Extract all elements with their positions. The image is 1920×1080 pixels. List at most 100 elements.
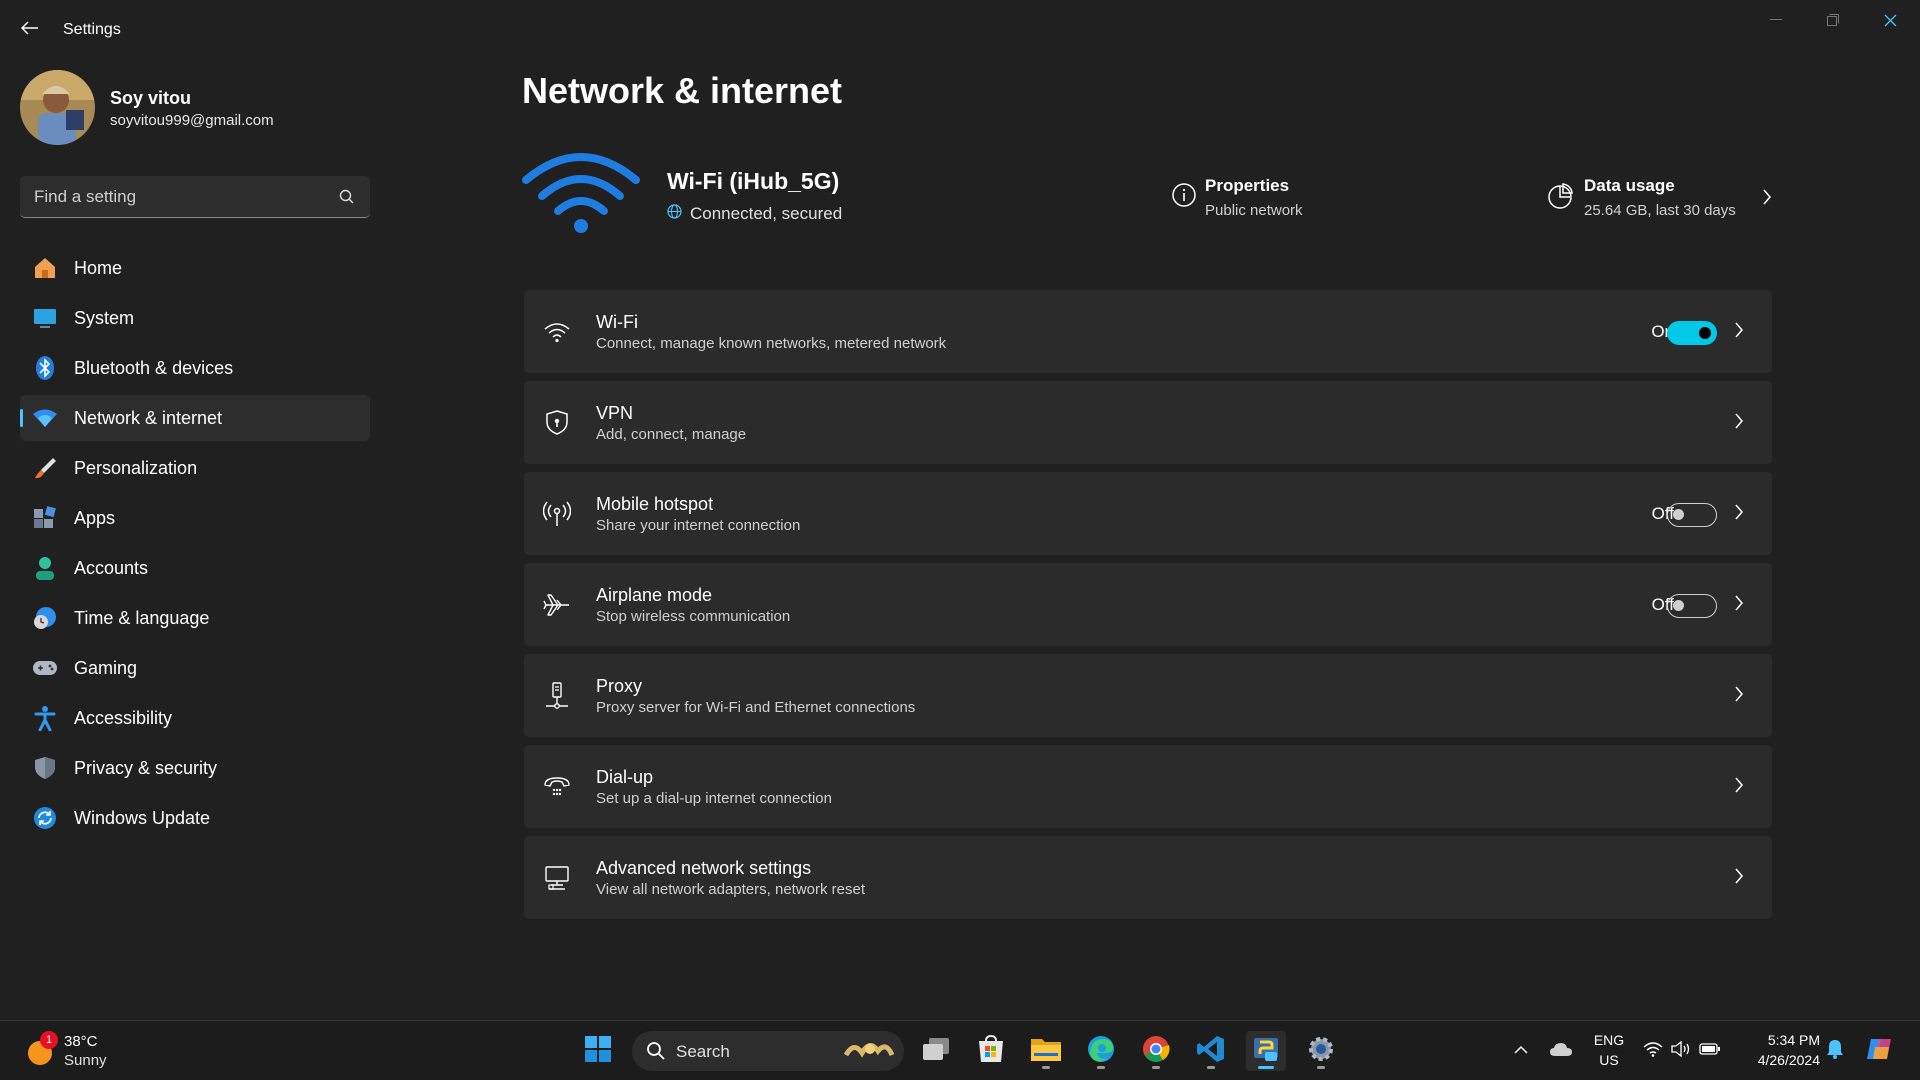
time-language-icon: [32, 605, 58, 631]
card-title: Advanced network settings: [596, 858, 812, 878]
proxy-icon: [542, 681, 572, 711]
chevron-right-icon: [1734, 412, 1750, 432]
card-title: Dial-up: [596, 767, 654, 787]
store-button[interactable]: [971, 1031, 1011, 1071]
edge-button[interactable]: [1081, 1031, 1121, 1071]
wifi-card[interactable]: Wi-Fi Connect, manage known networks, me…: [524, 290, 1772, 373]
taskbar-search[interactable]: Search: [632, 1031, 904, 1071]
show-hidden-icons-button[interactable]: [1501, 1031, 1541, 1071]
sidebar-item-accounts[interactable]: Accounts: [20, 545, 370, 591]
clock-time[interactable]: 5:34 PM: [1740, 1032, 1820, 1048]
chrome-button[interactable]: [1136, 1031, 1176, 1071]
wifi-ssid: Wi-Fi (iHub_5G): [667, 168, 840, 194]
chevron-right-icon: [1734, 503, 1750, 523]
sidebar-item-network[interactable]: Network & internet: [20, 395, 370, 441]
settings-button[interactable]: [1301, 1031, 1341, 1071]
weather-condition: Sunny: [64, 1052, 107, 1069]
cloud-icon: [1549, 1041, 1573, 1062]
language-top[interactable]: ENG: [1588, 1032, 1630, 1048]
weather-widget[interactable]: 1 38°C Sunny: [24, 1031, 134, 1073]
title-bar: Settings: [0, 0, 1920, 60]
chevron-right-icon: [1734, 776, 1750, 796]
sidebar-item-label: Gaming: [74, 657, 138, 678]
python-app-icon: [1251, 1034, 1281, 1069]
maximize-icon[interactable]: [1815, 8, 1851, 32]
accessibility-icon: [32, 705, 58, 731]
mobile-hotspot-card[interactable]: Mobile hotspot Share your internet conne…: [524, 472, 1772, 555]
sidebar-item-windows-update[interactable]: Windows Update: [20, 795, 370, 841]
proxy-card[interactable]: Proxy Proxy server for Wi-Fi and Etherne…: [524, 654, 1772, 737]
info-icon: [1171, 182, 1197, 213]
sidebar-item-apps[interactable]: Apps: [20, 495, 370, 541]
running-indicator: [1152, 1066, 1160, 1069]
card-subtitle: Proxy server for Wi-Fi and Ethernet conn…: [596, 699, 916, 716]
vscode-button[interactable]: [1191, 1031, 1231, 1071]
advanced-network-card[interactable]: Advanced network settings View all netwo…: [524, 836, 1772, 919]
airplane-toggle[interactable]: [1667, 594, 1717, 618]
wifi-toggle[interactable]: [1667, 321, 1717, 345]
card-subtitle: Connect, manage known networks, metered …: [596, 335, 947, 352]
search-icon[interactable]: [338, 188, 356, 206]
task-view-button[interactable]: [916, 1031, 956, 1071]
vpn-card[interactable]: VPN Add, connect, manage: [524, 381, 1772, 464]
sidebar-item-system[interactable]: System: [20, 295, 370, 341]
airplane-icon: [542, 590, 572, 620]
sidebar-item-accessibility[interactable]: Accessibility: [20, 695, 370, 741]
copilot-button[interactable]: [1860, 1031, 1900, 1071]
data-usage-icon: [1546, 182, 1574, 215]
vscode-icon: [1196, 1034, 1226, 1069]
chrome-icon: [1141, 1034, 1171, 1069]
find-setting-search[interactable]: [20, 176, 370, 218]
chevron-up-icon: [1514, 1042, 1528, 1060]
sidebar-item-gaming[interactable]: Gaming: [20, 645, 370, 691]
back-arrow-icon[interactable]: [18, 16, 42, 40]
properties-title: Properties: [1205, 176, 1290, 195]
advanced-network-icon: [542, 863, 572, 893]
close-icon[interactable]: [1872, 8, 1908, 32]
card-title: Wi-Fi: [596, 312, 638, 332]
connection-status: Connected, secured: [667, 204, 842, 224]
weather-badge: 1: [40, 1031, 58, 1049]
shield-icon: [32, 755, 58, 781]
sidebar-item-label: Time & language: [74, 607, 210, 628]
search-highlight-icon: [840, 1035, 896, 1072]
start-button[interactable]: [578, 1031, 618, 1071]
avatar[interactable]: [20, 70, 95, 145]
hotspot-toggle[interactable]: [1667, 503, 1717, 527]
sidebar-item-label: Personalization: [74, 457, 198, 478]
python-app-button[interactable]: [1246, 1031, 1286, 1071]
battery-icon: [1699, 1041, 1721, 1062]
find-setting-input[interactable]: [34, 176, 334, 217]
running-indicator: [1317, 1066, 1325, 1069]
data-usage-link[interactable]: Data usage 25.64 GB, last 30 days: [1540, 176, 1772, 226]
sidebar-item-home[interactable]: Home: [20, 245, 370, 291]
language-bottom: US: [1599, 1052, 1619, 1068]
airplane-mode-card[interactable]: Airplane mode Stop wireless communicatio…: [524, 563, 1772, 646]
dialup-card[interactable]: Dial-up Set up a dial-up internet connec…: [524, 745, 1772, 828]
microsoft-store-icon: [976, 1034, 1006, 1068]
profile[interactable]: Soy vitou soyvitou999@gmail.com: [20, 70, 370, 146]
wifi-icon: [542, 317, 572, 347]
card-title: Proxy: [596, 676, 643, 696]
profile-name: Soy vitou: [110, 88, 192, 108]
sidebar-nav: Home System Bluetooth & devices Network …: [20, 245, 370, 845]
network-icon: [32, 405, 58, 431]
quick-settings-button[interactable]: [1637, 1031, 1727, 1071]
sidebar-item-label: Apps: [74, 507, 116, 528]
notifications-button[interactable]: [1815, 1031, 1855, 1071]
sidebar-item-bluetooth[interactable]: Bluetooth & devices: [20, 345, 370, 391]
bell-icon: [1826, 1039, 1844, 1064]
settings-list: Wi-Fi Connect, manage known networks, me…: [524, 290, 1772, 927]
active-indicator: [1258, 1066, 1274, 1069]
sidebar-item-time-language[interactable]: Time & language: [20, 595, 370, 641]
minimize-icon[interactable]: [1758, 8, 1794, 32]
sidebar-item-privacy[interactable]: Privacy & security: [20, 745, 370, 791]
file-explorer-button[interactable]: [1026, 1031, 1066, 1071]
copilot-icon: [1865, 1035, 1895, 1068]
onedrive-button[interactable]: [1541, 1031, 1581, 1071]
sidebar-item-label: Network & internet: [74, 407, 223, 428]
properties-subtitle: Public network: [1205, 202, 1303, 219]
sidebar-item-personalization[interactable]: Personalization: [20, 445, 370, 491]
wifi-large-icon: [522, 150, 640, 236]
running-indicator: [1207, 1066, 1215, 1069]
